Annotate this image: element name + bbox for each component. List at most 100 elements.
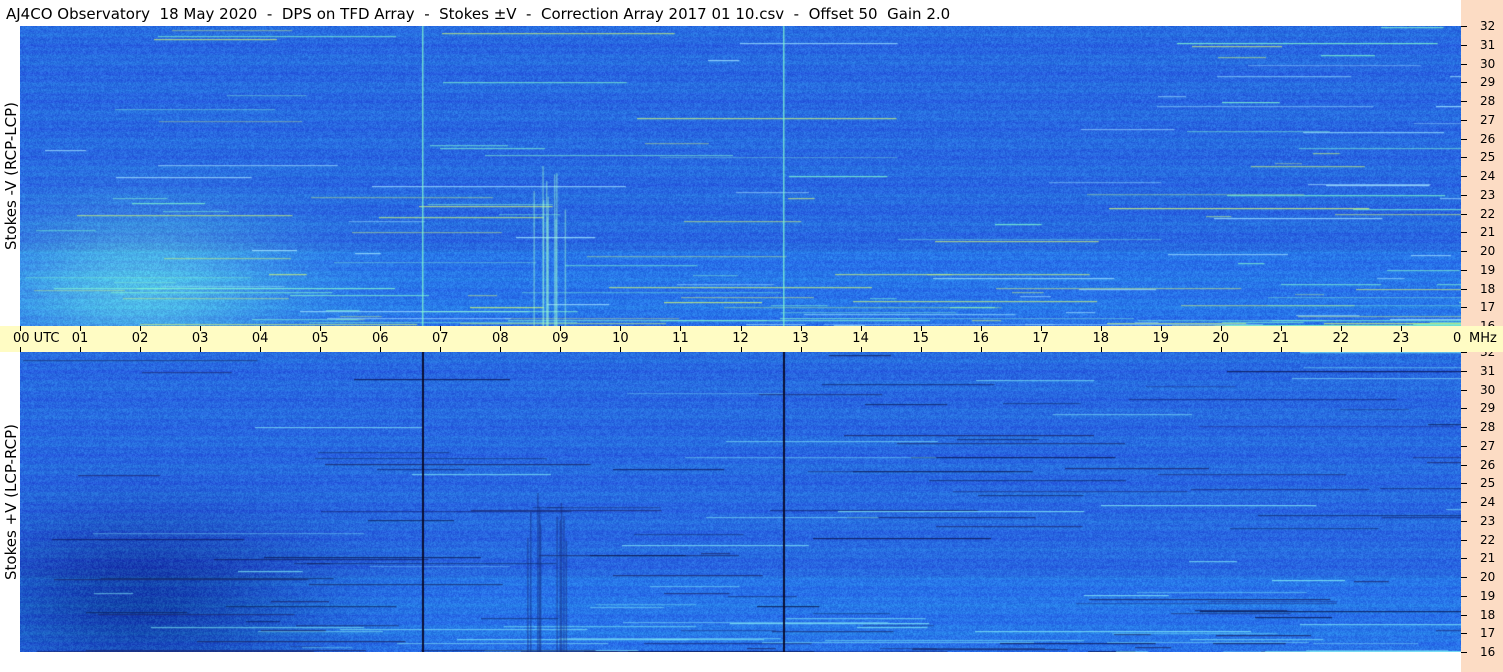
frequency-tick	[1461, 558, 1467, 560]
frequency-tick	[1461, 213, 1467, 215]
frequency-tick	[1461, 483, 1467, 485]
frequency-tick-label: 22	[1480, 532, 1496, 547]
time-tick-label: 21	[1272, 331, 1290, 346]
time-tick-label: 23	[1392, 331, 1410, 346]
frequency-tick	[1461, 464, 1467, 466]
frequency-tick-label: 18	[1480, 281, 1496, 296]
time-tick-label: 00 UTC	[13, 331, 60, 346]
frequency-tick	[1461, 577, 1467, 578]
frequency-tick-label: 25	[1480, 476, 1496, 491]
frequency-tick	[1461, 352, 1467, 353]
bottom-panel-ylabel: Stokes +V (LCP-RCP)	[2, 352, 20, 652]
time-tick-label: 01	[71, 331, 89, 346]
spectrogram-top-panel	[20, 26, 1461, 326]
frequency-axis-top: 1617181920212223242526272829303132	[1461, 0, 1503, 333]
time-tick-label: 08	[492, 331, 509, 346]
frequency-tick-label: 20	[1480, 570, 1496, 584]
frequency-axis-bottom: 16 17 18 19 20 21 22 23 24 25 26 27 28 29 30 31 32	[1461, 326, 1503, 672]
spectrogram-bottom-canvas	[20, 352, 1461, 652]
time-tick-label: 06	[371, 331, 389, 346]
frequency-tick	[1461, 307, 1467, 309]
time-tick-label: 04	[251, 331, 269, 346]
time-tick-label: 19	[1152, 331, 1170, 346]
top-panel-ylabel: Stokes -V (RCP-LCP)	[2, 26, 20, 326]
frequency-tick	[1461, 176, 1467, 177]
frequency-tick	[1461, 427, 1467, 428]
frequency-tick-label: 31	[1480, 363, 1496, 378]
frequency-tick-label: 29	[1480, 401, 1496, 416]
frequency-tick-label: 21	[1480, 551, 1496, 566]
time-tick-label: 20	[1212, 331, 1230, 346]
frequency-tick	[1461, 232, 1467, 234]
frequency-tick-label: 22	[1480, 206, 1496, 221]
frequency-tick	[1461, 101, 1467, 102]
frequency-tick	[1461, 389, 1467, 391]
frequency-tick-label: 17	[1480, 300, 1496, 315]
frequency-tick-label: 26	[1480, 131, 1496, 146]
frequency-tick	[1461, 269, 1467, 271]
frequency-tick	[1461, 288, 1467, 290]
frequency-tick	[1461, 614, 1467, 616]
frequency-tick-label: 29	[1480, 75, 1496, 90]
frequency-tick-label: 19	[1480, 588, 1496, 603]
time-tick-label: 16	[972, 331, 989, 346]
frequency-tick	[1461, 595, 1467, 597]
axis-corner: MHz	[1461, 326, 1503, 352]
frequency-tick-label: 19	[1480, 262, 1496, 277]
frequency-tick	[1461, 138, 1467, 140]
time-tick-label: 12	[732, 331, 749, 346]
time-tick-label: 02	[131, 331, 149, 346]
time-tick-label: 22	[1332, 331, 1350, 346]
frequency-tick-label: 21	[1480, 225, 1496, 240]
spectrogram-top-canvas	[20, 26, 1461, 326]
time-tick-label: 11	[672, 331, 689, 346]
time-tick-label: 09	[552, 331, 569, 346]
frequency-tick-label: 30	[1480, 56, 1496, 71]
chart-title: AJ4CO Observatory 18 May 2020 - DPS on T…	[6, 5, 951, 23]
frequency-tick	[1461, 251, 1467, 252]
time-tick-label: 13	[792, 331, 809, 346]
frequency-tick-label: 28	[1480, 420, 1496, 434]
time-tick-label: 07	[432, 331, 449, 346]
time-tick-label: 10	[612, 331, 629, 346]
frequency-tick	[1461, 652, 1467, 653]
spectrogram-bottom-panel	[20, 352, 1461, 652]
frequency-tick	[1461, 157, 1467, 159]
frequency-tick-label: 24	[1480, 495, 1496, 509]
top-panel-ylabel-text: Stokes -V (RCP-LCP)	[2, 102, 20, 250]
frequency-tick	[1461, 633, 1467, 635]
time-tick-label: 15	[912, 331, 929, 346]
frequency-tick-label: 25	[1480, 150, 1496, 165]
frequency-tick-label: 23	[1480, 513, 1496, 528]
frequency-tick	[1461, 539, 1467, 541]
frequency-tick	[1461, 194, 1467, 196]
frequency-tick	[1461, 520, 1467, 522]
frequency-tick-label: 32	[1480, 19, 1496, 33]
frequency-tick-label: 26	[1480, 457, 1496, 472]
frequency-tick-label: 18	[1480, 607, 1496, 622]
frequency-tick	[1461, 63, 1467, 65]
time-tick-label: 14	[852, 331, 869, 346]
utc-time-axis: 00 UTC 01 02 03 04 05 06 07 08 09 10 11 12 13 14 15 16 17…	[0, 326, 1470, 352]
frequency-tick-label: 30	[1480, 382, 1496, 397]
time-tick-label: 05	[311, 331, 329, 346]
frequency-tick	[1461, 445, 1467, 447]
frequency-tick	[1461, 119, 1467, 121]
time-tick-label: 03	[191, 331, 209, 346]
frequency-tick-label: 16	[1480, 645, 1496, 659]
frequency-tick-label: 31	[1480, 37, 1496, 52]
time-tick-label: 18	[1092, 331, 1110, 346]
frequency-tick-label: 28	[1480, 94, 1496, 108]
frequency-tick	[1461, 408, 1467, 410]
frequency-tick-label: 27	[1480, 438, 1496, 453]
frequency-tick-label: 27	[1480, 112, 1496, 127]
frequency-tick	[1461, 44, 1467, 46]
frequency-tick-label: 20	[1480, 244, 1496, 258]
frequency-tick	[1461, 26, 1467, 27]
bottom-panel-ylabel-text: Stokes +V (LCP-RCP)	[2, 424, 20, 580]
frequency-tick-label: 17	[1480, 626, 1496, 641]
frequency-tick	[1461, 370, 1467, 372]
time-tick-label: 17	[1032, 331, 1049, 346]
frequency-tick-label: 24	[1480, 169, 1496, 183]
frequency-unit-label: MHz	[1469, 331, 1497, 346]
